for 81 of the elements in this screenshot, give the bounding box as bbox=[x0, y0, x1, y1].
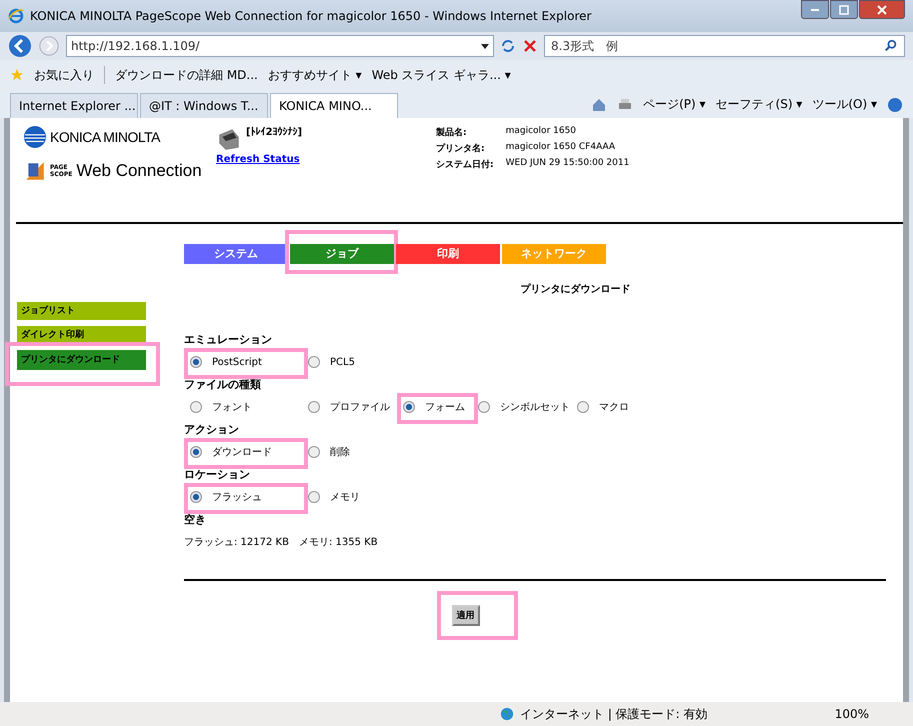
browser-tab[interactable]: Internet Explorer ... bbox=[10, 93, 138, 118]
url-text: http://192.168.1.109/ bbox=[71, 39, 200, 53]
command-menu[interactable]: ページ(P) ▾ bbox=[643, 96, 706, 113]
option-label: PCL5 bbox=[330, 356, 355, 368]
close-icon bbox=[877, 4, 887, 14]
option-label: メモリ bbox=[330, 491, 360, 504]
favorite-link[interactable]: Web スライス ギャラ... ▾ bbox=[372, 66, 511, 84]
refresh-status-link[interactable]: Refresh Status bbox=[216, 154, 436, 165]
search-text: 8.3形式 例 bbox=[551, 38, 618, 54]
page-scope-logo-icon bbox=[24, 160, 46, 182]
info-label: 製品名: bbox=[436, 126, 468, 139]
info-value: magicolor 1650 bbox=[506, 126, 578, 138]
nav-tab[interactable]: 印刷 bbox=[396, 244, 500, 264]
browser-tab[interactable]: KONICA MINO... bbox=[270, 93, 398, 118]
refresh-icon[interactable] bbox=[500, 38, 516, 54]
browser-tab[interactable]: @IT : Windows T... bbox=[140, 93, 268, 118]
info-label: システム日付: bbox=[436, 158, 494, 171]
radio-button[interactable] bbox=[308, 491, 320, 503]
option-label: フォント bbox=[212, 401, 252, 414]
option-label: フラッシュ bbox=[212, 491, 262, 504]
radio-button[interactable] bbox=[308, 356, 320, 368]
section-title: ロケーション bbox=[184, 467, 251, 482]
radio-button[interactable] bbox=[403, 401, 415, 413]
section-title: エミュレーション bbox=[184, 332, 273, 347]
radio-button[interactable] bbox=[308, 401, 320, 413]
forward-button[interactable] bbox=[38, 35, 60, 57]
nav-tab[interactable]: システム bbox=[184, 244, 288, 264]
maximize-icon bbox=[839, 4, 849, 14]
window-title: KONICA MINOLTA PageScope Web Connection for magicolor 1650 - Windows Internet Explorer bbox=[30, 9, 592, 23]
radio-button[interactable] bbox=[190, 446, 202, 458]
brand-name: KONICA MINOLTA bbox=[50, 129, 160, 145]
back-button[interactable] bbox=[8, 34, 32, 58]
section-title: ファイルの種類 bbox=[184, 377, 262, 392]
zoom-button[interactable]: 100% bbox=[834, 707, 869, 721]
favorites-button[interactable]: お気に入り bbox=[34, 66, 94, 84]
caret-icon bbox=[481, 44, 489, 48]
browser-icon bbox=[8, 8, 24, 24]
sidebar-item[interactable]: プリンタにダウンロード bbox=[17, 350, 146, 370]
page-title: プリンタにダウンロード bbox=[520, 282, 632, 296]
globe-logo-icon bbox=[24, 126, 46, 148]
radio-button[interactable] bbox=[190, 356, 202, 368]
free-space-text: フラッシュ: 12172 KB メモリ: 1355 KB bbox=[184, 536, 379, 549]
apply-button[interactable]: 適用 bbox=[452, 605, 480, 626]
nav-tab[interactable]: ジョブ bbox=[290, 244, 394, 264]
radio-button[interactable] bbox=[478, 401, 490, 413]
command-menu[interactable]: ツール(O) ▾ bbox=[812, 96, 877, 113]
info-label: プリンタ名: bbox=[436, 142, 486, 155]
maximize-button[interactable] bbox=[830, 0, 858, 19]
option-label: シンボルセット bbox=[500, 401, 570, 414]
product-name: Web Connection bbox=[76, 161, 202, 181]
command-menu[interactable]: セーフティ(S) ▾ bbox=[716, 96, 802, 113]
option-label: マクロ bbox=[599, 401, 629, 414]
home-icon[interactable] bbox=[591, 96, 608, 112]
minimize-button[interactable] bbox=[801, 0, 829, 19]
option-label: PostScript bbox=[212, 356, 262, 368]
search-field[interactable]: 8.3形式 例 bbox=[544, 35, 905, 57]
security-zone-text: インターネット | 保護モード: 有効 bbox=[520, 706, 708, 722]
globe-icon bbox=[500, 707, 514, 721]
close-button[interactable] bbox=[859, 0, 905, 19]
radio-button[interactable] bbox=[190, 491, 202, 503]
star-icon bbox=[10, 68, 24, 82]
section-title: アクション bbox=[184, 422, 240, 437]
search-icon bbox=[884, 39, 898, 53]
radio-button[interactable] bbox=[577, 401, 589, 413]
stop-icon[interactable] bbox=[522, 38, 538, 54]
minimize-icon bbox=[811, 8, 819, 10]
help-icon[interactable] bbox=[887, 96, 903, 112]
favorite-link[interactable]: ダウンロードの詳細 MD... bbox=[115, 66, 258, 84]
section-title: 空き bbox=[184, 512, 207, 527]
printer-status: [ﾄﾚｲ2ﾖｳｼﾅｼ] bbox=[246, 126, 302, 138]
radio-button[interactable] bbox=[190, 401, 202, 413]
info-value: magicolor 1650 CF4AAA bbox=[506, 142, 616, 154]
sidebar-item[interactable]: ジョブリスト bbox=[17, 302, 146, 320]
option-label: ダウンロード bbox=[212, 446, 272, 459]
address-field[interactable]: http://192.168.1.109/ bbox=[66, 35, 494, 57]
radio-button[interactable] bbox=[308, 446, 320, 458]
info-value: WED JUN 29 15:50:00 2011 bbox=[506, 158, 630, 170]
option-label: フォーム bbox=[425, 401, 465, 414]
option-label: 削除 bbox=[330, 446, 350, 459]
favorite-link[interactable]: おすすめサイト ▾ bbox=[268, 66, 362, 84]
option-label: プロファイル bbox=[330, 400, 390, 414]
